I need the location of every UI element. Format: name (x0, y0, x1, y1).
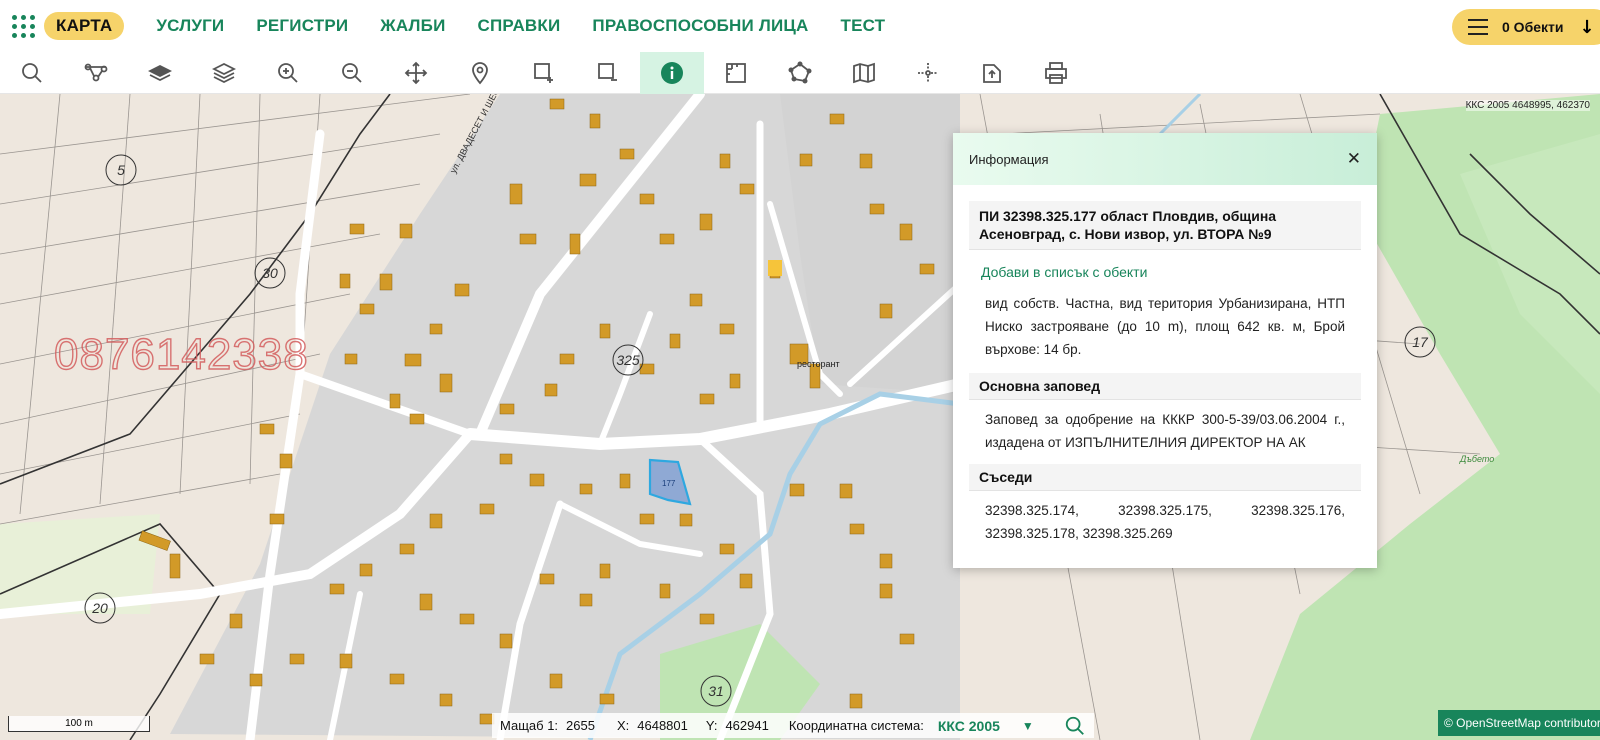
export-icon (983, 63, 1001, 83)
map-label-5: 5 (117, 162, 125, 178)
map-label-restaurant: ресторант (797, 359, 840, 369)
map-label-parcel-177: 177 (662, 479, 676, 488)
route-tool-button[interactable] (64, 52, 128, 94)
objects-count-label: 0 Обекти (1502, 19, 1564, 35)
nav-item-test[interactable]: ТЕСТ (841, 16, 886, 36)
pan-icon (404, 61, 428, 84)
map-book-tool-button[interactable] (832, 52, 896, 94)
order-section-header: Основна заповед (969, 373, 1361, 400)
top-coordinate-readout: ККС 2005 4648995, 462370 (1465, 100, 1590, 111)
layers-tool-button[interactable] (192, 52, 256, 94)
location-pin-icon (472, 61, 488, 84)
info-panel: Информация ✕ ПИ 32398.325.177 област Пло… (953, 133, 1377, 568)
objects-button[interactable]: 0 Обекти ↓ (1452, 9, 1600, 45)
zoom-in-button[interactable] (256, 52, 320, 94)
parcel-title: ПИ 32398.325.177 област Пловдив, община … (969, 201, 1361, 250)
osm-attribution[interactable]: © OpenStreetMap contributors (1438, 710, 1600, 736)
polygon-icon (788, 60, 812, 83)
route-icon (84, 63, 108, 81)
map-toolbar (0, 51, 1600, 94)
pan-tool-button[interactable] (384, 52, 448, 94)
polygon-tool-button[interactable] (768, 52, 832, 94)
info-panel-body: ПИ 32398.325.177 област Пловдив, община … (953, 185, 1377, 553)
map-label-20: 20 (91, 600, 108, 616)
map-label-31: 31 (708, 683, 724, 699)
apps-grid-icon[interactable] (10, 13, 36, 39)
layer-tool-button[interactable] (128, 52, 192, 94)
map-label-dubeto: Дъбето (1459, 454, 1494, 464)
info-panel-title: Информация (969, 151, 1049, 167)
select-add-icon (534, 62, 553, 83)
crosshair-icon (918, 62, 938, 83)
nav-item-services[interactable]: УСЛУГИ (156, 16, 224, 36)
arrow-down-icon: ↓ (1579, 16, 1595, 38)
info-icon (661, 61, 683, 84)
zoom-in-icon (278, 62, 298, 83)
location-tool-button[interactable] (448, 52, 512, 94)
order-text: Заповед за одобрение на КККР 300-5-39/03… (985, 412, 1345, 450)
scale-label: Мащаб 1: (500, 718, 559, 733)
layers-icon (212, 62, 236, 83)
map-book-icon (853, 62, 875, 83)
y-label: Y: (705, 718, 718, 733)
select-add-button[interactable] (512, 52, 576, 94)
zoom-out-button[interactable] (320, 52, 384, 94)
print-tool-button[interactable] (1024, 52, 1088, 94)
search-icon[interactable] (1064, 715, 1086, 737)
coord-system-label: Координатна система: (788, 718, 924, 733)
measure-tool-button[interactable] (704, 52, 768, 94)
x-label: X: (616, 718, 630, 733)
nav-item-registers[interactable]: РЕГИСТРИ (256, 16, 348, 36)
neighbors-text: 32398.325.174, 32398.325.175, 32398.325.… (985, 503, 1345, 541)
map-label-325: 325 (616, 352, 640, 368)
add-to-objects-link[interactable]: Добави в списък с обекти (969, 250, 1361, 290)
map-label-30: 30 (262, 265, 278, 281)
select-remove-icon (598, 62, 617, 81)
parcel-description: вид собств. Частна, вид територия Урбани… (985, 296, 1345, 357)
status-bar: Мащаб 1: 2655 X: 4648801 Y: 462941 Коорд… (492, 713, 1094, 738)
print-icon (1045, 61, 1067, 84)
crosshair-tool-button[interactable] (896, 52, 960, 94)
coord-system-select[interactable]: ККС 2005 (938, 718, 1000, 734)
y-value: 462941 (725, 718, 769, 733)
close-icon[interactable]: ✕ (1347, 149, 1361, 169)
nav-item-map[interactable]: КАРТА (44, 12, 125, 40)
neighbors-section-header: Съседи (969, 464, 1361, 491)
nav-item-references[interactable]: СПРАВКИ (478, 16, 561, 36)
info-panel-header: Информация ✕ (953, 133, 1377, 185)
zoom-out-icon (342, 62, 362, 83)
top-navigation: КАРТА УСЛУГИ РЕГИСТРИ ЖАЛБИ СПРАВКИ ПРАВ… (0, 0, 1600, 52)
search-icon (22, 62, 42, 83)
info-tool-button[interactable] (640, 51, 704, 94)
scale-bar: 100 m (8, 716, 150, 732)
layer-icon (148, 64, 172, 81)
export-tool-button[interactable] (960, 52, 1024, 94)
map-label-17: 17 (1412, 334, 1429, 350)
scale-value: 2655 (566, 718, 595, 733)
x-value: 4648801 (637, 718, 688, 733)
hamburger-menu-icon (1468, 19, 1488, 35)
phone-watermark: 0876142338 (53, 329, 309, 379)
chevron-down-icon[interactable]: ▼ (1022, 719, 1034, 733)
measure-icon (726, 62, 746, 83)
select-remove-button[interactable] (576, 52, 640, 94)
nav-item-licensed-persons[interactable]: ПРАВОСПОСОБНИ ЛИЦА (592, 16, 808, 36)
nav-item-complaints[interactable]: ЖАЛБИ (380, 16, 445, 36)
search-tool-button[interactable] (0, 52, 64, 94)
